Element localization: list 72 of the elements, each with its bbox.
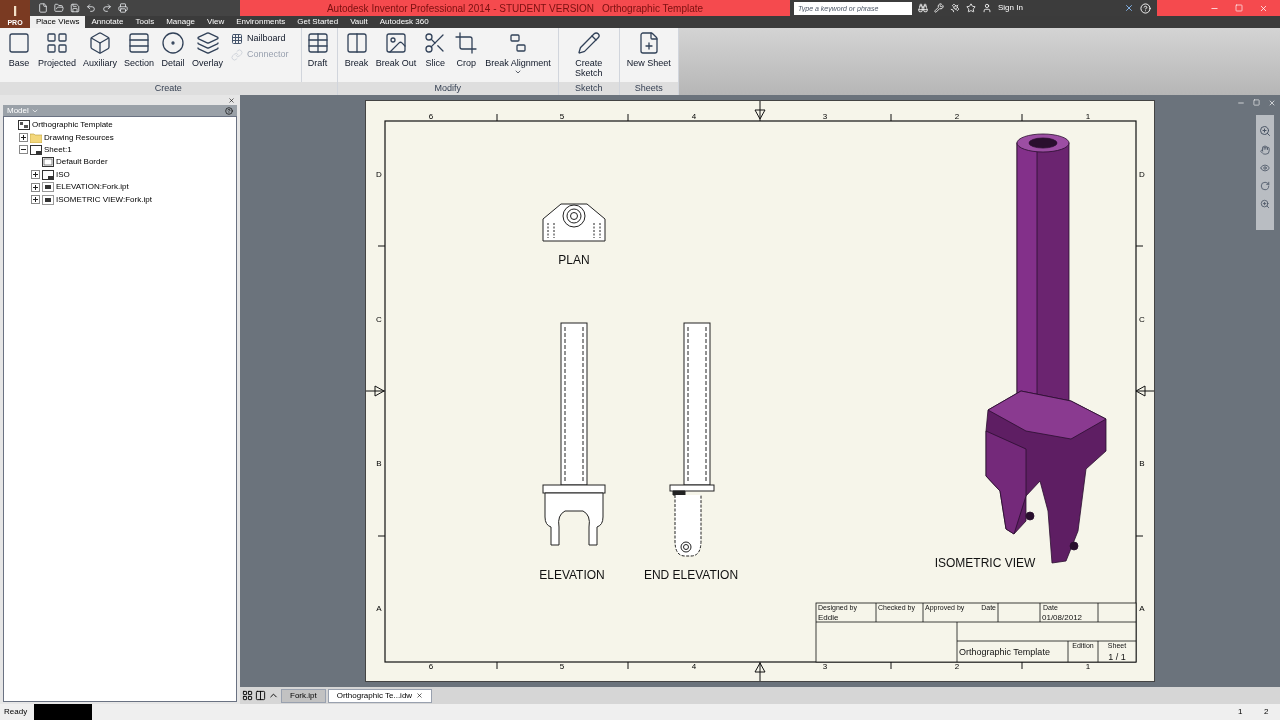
document-tab[interactable]: Fork.ipt xyxy=(281,688,326,703)
app-logo: I xyxy=(12,2,18,19)
title-block-text: 01/08/2012 xyxy=(1042,613,1083,622)
tool-button[interactable]: Create Sketch xyxy=(562,28,615,78)
zone-label: A xyxy=(1139,604,1145,613)
ribbon-tab[interactable]: Tools xyxy=(129,16,161,28)
tree-item[interactable]: Sheet:1 xyxy=(44,143,72,156)
panel-title: Sheets xyxy=(619,82,678,95)
zone-label: 2 xyxy=(954,662,960,671)
ribbon-tab[interactable]: Manage xyxy=(160,16,202,28)
title-block-text: 1 / 1 xyxy=(1108,652,1126,662)
status-text: 2 xyxy=(1264,706,1270,718)
tool-button[interactable]: Crop xyxy=(451,28,482,68)
zone-label: D xyxy=(1139,170,1145,179)
zone-label: 6 xyxy=(428,112,434,121)
tool-button[interactable]: Nailboard xyxy=(227,31,293,47)
tree-item[interactable]: ISO xyxy=(56,168,70,181)
view-label: ELEVATION xyxy=(539,568,605,582)
zone-label: 1 xyxy=(1085,662,1091,671)
panel-title: Create xyxy=(0,82,337,95)
zone-label: 6 xyxy=(428,662,434,671)
tool-button[interactable]: Projected xyxy=(35,28,80,68)
tree-item[interactable]: Orthographic Template xyxy=(32,119,113,132)
status-text: 1 xyxy=(1238,706,1244,718)
panel-title: Modify xyxy=(337,82,558,95)
view-label: ISOMETRIC VIEW xyxy=(934,556,1036,570)
zone-label: D xyxy=(376,170,382,179)
tool-button[interactable]: Break Alignment xyxy=(482,28,554,76)
view-label: PLAN xyxy=(558,253,590,267)
sign-in-button[interactable]: Sign In xyxy=(998,2,1118,14)
tool-button[interactable]: Break Out xyxy=(372,28,420,68)
zone-label: 4 xyxy=(691,112,697,121)
zone-label: 1 xyxy=(1085,112,1091,121)
zone-label: 2 xyxy=(954,112,960,121)
zone-label: 3 xyxy=(822,662,828,671)
window-title: Autodesk Inventor Professional 2014 - STUDENT VERSION xyxy=(326,1,595,16)
document-tab[interactable]: Orthographic Te...idw xyxy=(327,688,433,703)
ribbon-tab[interactable]: Vault xyxy=(344,16,374,28)
document-title: Orthographic Template xyxy=(602,1,704,16)
ribbon-tab[interactable]: Environments xyxy=(230,16,292,28)
zone-label: B xyxy=(1139,459,1145,468)
title-block-text: Orthographic Template xyxy=(959,647,1050,657)
tool-button[interactable]: Section xyxy=(121,28,158,68)
panel-title: Sketch xyxy=(558,82,619,95)
tree-item[interactable]: Drawing Resources xyxy=(44,131,114,144)
view-label: END ELEVATION xyxy=(643,568,739,582)
ribbon-tab[interactable]: Autodesk 360 xyxy=(373,16,435,28)
tool-button[interactable]: Auxiliary xyxy=(80,28,121,68)
tool-button[interactable]: Overlay xyxy=(189,28,227,68)
zone-label: 5 xyxy=(559,662,565,671)
ribbon-tab[interactable]: Place Views xyxy=(30,16,86,28)
tree-item[interactable]: Default Border xyxy=(56,156,108,169)
ribbon-tab[interactable]: View xyxy=(201,16,231,28)
tool-button[interactable]: Draft xyxy=(302,28,333,68)
zone-label: A xyxy=(376,604,382,613)
zone-label: 3 xyxy=(822,112,828,121)
zone-label: 4 xyxy=(691,662,697,671)
tool-button[interactable]: New Sheet xyxy=(623,28,674,68)
zone-label: B xyxy=(376,459,382,468)
tool-button[interactable]: Base xyxy=(4,28,34,68)
tree-item[interactable]: ISOMETRIC VIEW:Fork.ipt xyxy=(56,193,152,206)
ribbon-tab[interactable]: Get Started xyxy=(291,16,345,28)
title-block-text: Eddie xyxy=(818,613,839,622)
zone-label: 5 xyxy=(559,112,565,121)
tool-button[interactable]: Slice xyxy=(420,28,451,68)
zone-label: C xyxy=(376,315,382,324)
tool-button[interactable]: Detail xyxy=(158,28,189,68)
zone-label: C xyxy=(1139,315,1145,324)
ribbon-tab[interactable]: Annotate xyxy=(85,16,130,28)
tool-button[interactable]: Break xyxy=(341,28,372,68)
status-text: Ready xyxy=(3,706,29,718)
tree-item[interactable]: ELEVATION:Fork.ipt xyxy=(56,181,129,194)
